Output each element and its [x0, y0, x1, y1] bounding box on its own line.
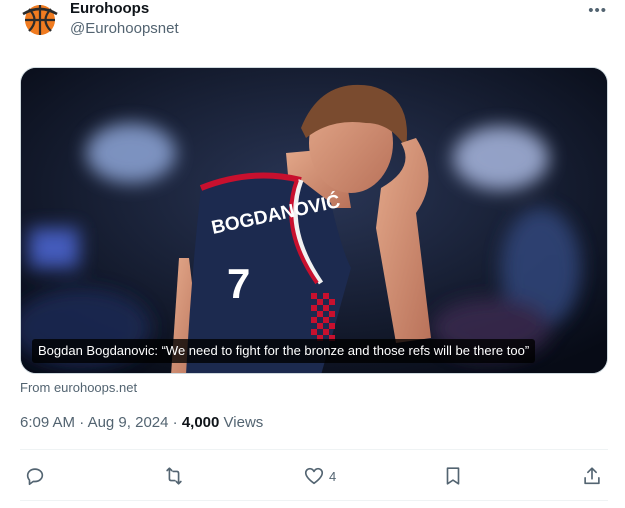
like-count: 4	[329, 468, 337, 484]
meta-separator-2: ·	[168, 414, 182, 431]
views-count: 4,000	[181, 414, 220, 431]
divider-top	[20, 449, 608, 450]
divider-bottom	[20, 500, 608, 501]
heart-icon	[304, 467, 324, 485]
reply-button[interactable]	[24, 460, 46, 492]
share-button[interactable]	[581, 460, 603, 492]
like-button[interactable]: 4	[303, 460, 336, 492]
share-icon	[584, 467, 600, 485]
source-link[interactable]: From eurohoops.net	[20, 380, 137, 395]
bookmark-icon	[446, 467, 460, 485]
views-label: Views	[223, 414, 264, 431]
retweet-button[interactable]	[163, 460, 185, 492]
avatar[interactable]	[20, 0, 60, 40]
card-caption[interactable]: Bogdan Bogdanovic: “We need to fight for…	[32, 339, 536, 363]
tweet-date[interactable]: Aug 9, 2024	[88, 414, 169, 431]
tweet-meta: 6:09 AM · Aug 9, 2024 · 4,000 Views	[20, 414, 263, 431]
basketball-logo-icon	[21, 1, 59, 39]
user-handle[interactable]: @Eurohoopsnet	[70, 20, 179, 37]
retweet-icon	[166, 467, 182, 485]
reply-icon	[26, 468, 44, 486]
display-name[interactable]: Eurohoops	[70, 0, 149, 17]
bookmark-button[interactable]	[442, 460, 464, 492]
more-options-icon[interactable]: •••	[588, 2, 607, 19]
tweet-time[interactable]: 6:09 AM	[20, 414, 75, 431]
action-bar: 4	[20, 460, 608, 492]
meta-separator: ·	[75, 414, 88, 431]
jersey-number-text: 7	[227, 260, 250, 307]
link-card-image[interactable]: BOGDANOVIĆ 7	[20, 67, 608, 374]
player-photo: BOGDANOVIĆ 7	[21, 68, 607, 373]
